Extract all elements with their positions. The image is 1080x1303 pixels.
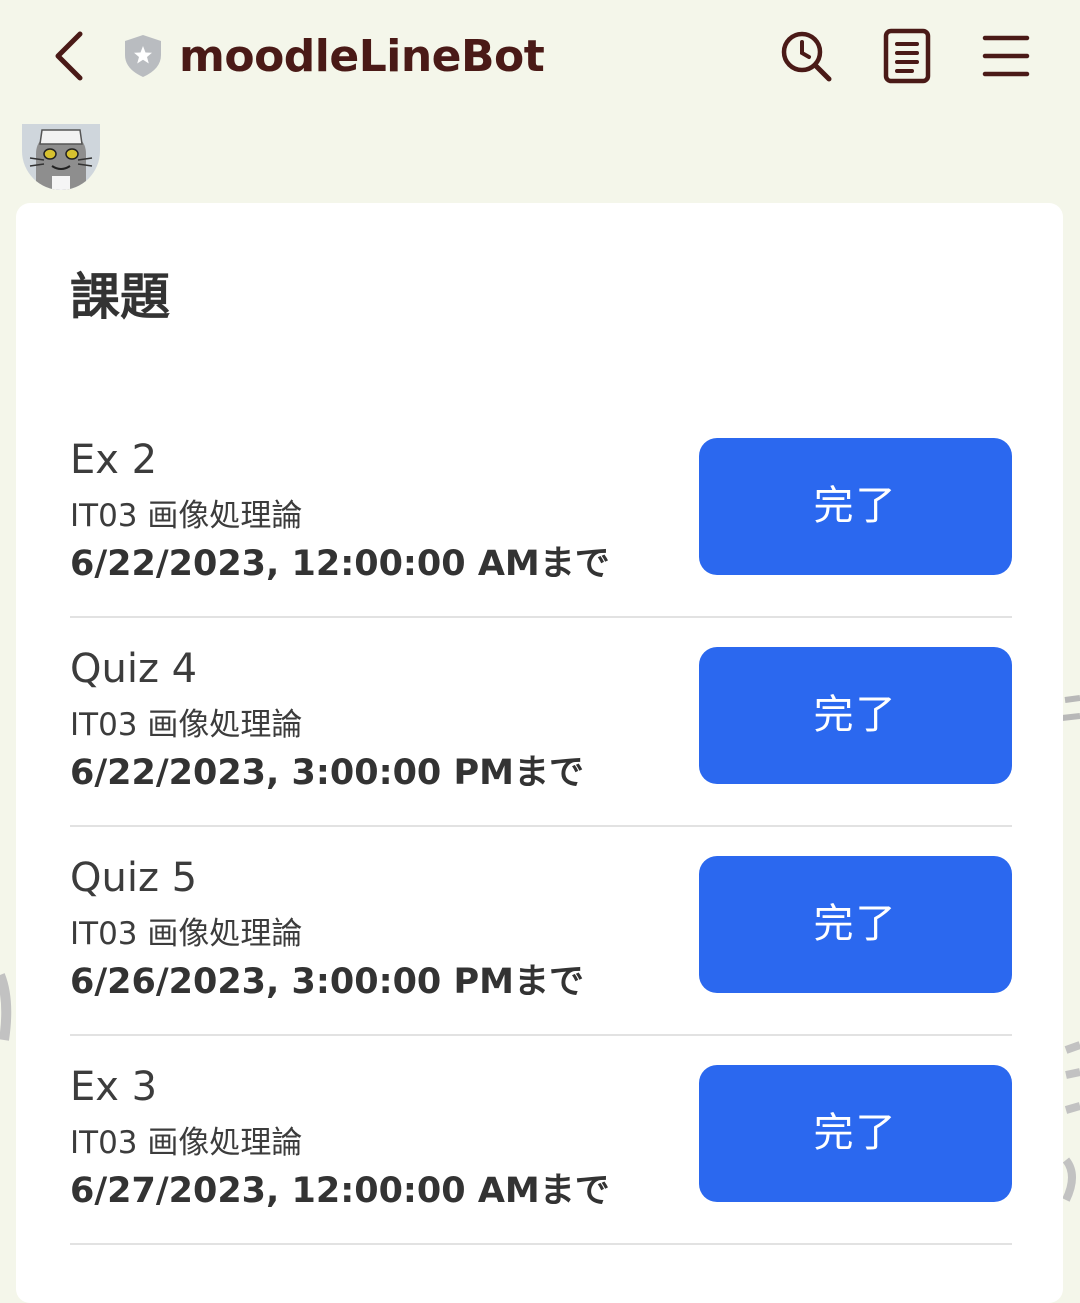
assignment-name: Quiz 4 xyxy=(70,646,198,692)
assignment-item: Ex 2 IT03 画像処理論 6/22/2023, 12:00:00 AMまで… xyxy=(70,408,1012,618)
assignment-item: Quiz 4 IT03 画像処理論 6/22/2023, 3:00:00 PMま… xyxy=(70,617,1012,827)
complete-button[interactable]: 完了 xyxy=(699,1065,1012,1202)
assignment-course: IT03 画像処理論 xyxy=(70,916,303,952)
assignment-due: 6/22/2023, 12:00:00 AMまで xyxy=(70,544,610,584)
chevron-left-icon[interactable] xyxy=(48,28,92,84)
assignment-due: 6/27/2023, 12:00:00 AMまで xyxy=(70,1171,610,1211)
card-title: 課題 xyxy=(70,268,170,326)
assignment-name: Ex 2 xyxy=(70,437,158,483)
assignment-name: Quiz 5 xyxy=(70,855,198,901)
assignment-card: 課題 Ex 2 IT03 画像処理論 6/22/2023, 12:00:00 A… xyxy=(16,203,1063,1303)
chat-title: moodleLineBot xyxy=(179,31,545,82)
complete-button[interactable]: 完了 xyxy=(699,856,1012,993)
complete-button[interactable]: 完了 xyxy=(699,438,1012,575)
assignment-course: IT03 画像処理論 xyxy=(70,498,303,534)
assignment-name: Ex 3 xyxy=(70,1064,158,1110)
chat-header: moodleLineBot xyxy=(0,0,1080,115)
notes-icon[interactable] xyxy=(882,28,932,84)
assignment-item: Ex 3 IT03 画像処理論 6/27/2023, 12:00:00 AMまで… xyxy=(70,1035,1012,1245)
hamburger-menu-icon[interactable] xyxy=(982,34,1030,78)
shield-star-icon xyxy=(125,35,161,77)
complete-button[interactable]: 完了 xyxy=(699,647,1012,784)
assignment-item: Quiz 5 IT03 画像処理論 6/26/2023, 3:00:00 PMま… xyxy=(70,826,1012,1036)
clock-search-icon[interactable] xyxy=(780,30,834,84)
assignment-due: 6/26/2023, 3:00:00 PMまで xyxy=(70,962,584,1002)
assignment-course: IT03 画像処理論 xyxy=(70,1125,303,1161)
assignment-due: 6/22/2023, 3:00:00 PMまで xyxy=(70,753,584,793)
assignment-course: IT03 画像処理論 xyxy=(70,707,303,743)
